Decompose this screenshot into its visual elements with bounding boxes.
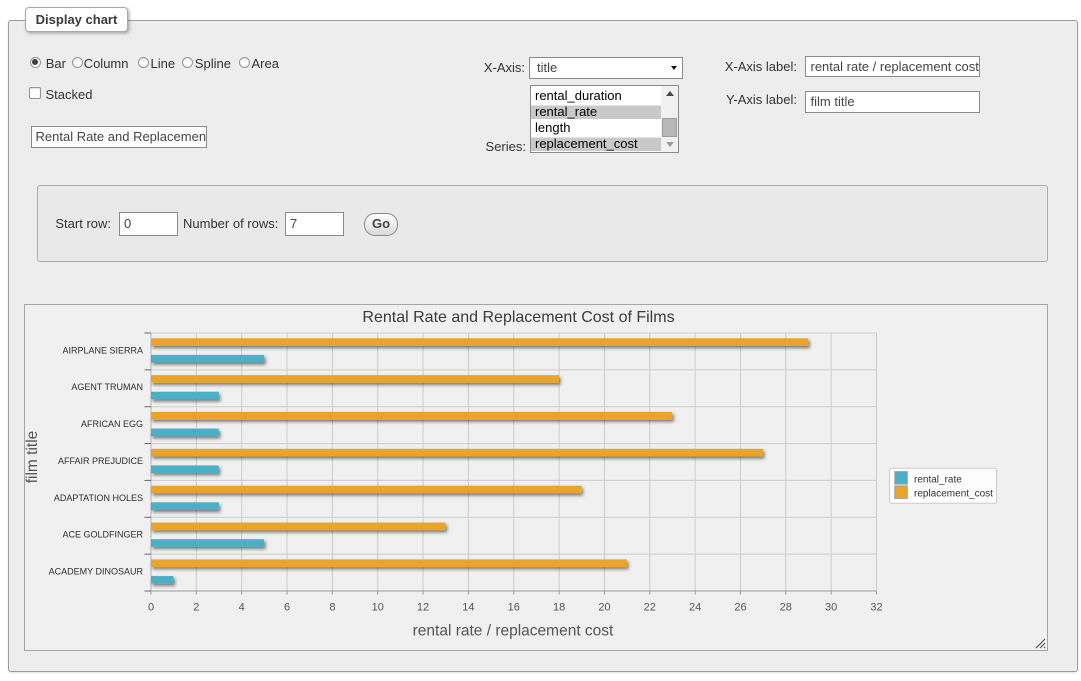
svg-text:8: 8 [329, 602, 335, 614]
svg-text:24: 24 [689, 602, 701, 614]
svg-text:ACE GOLDFINGER: ACE GOLDFINGER [62, 530, 143, 540]
svg-text:4: 4 [239, 602, 245, 614]
svg-text:6: 6 [284, 602, 290, 614]
svg-text:AFFAIR PREJUDICE: AFFAIR PREJUDICE [58, 456, 143, 466]
svg-text:18: 18 [553, 602, 565, 614]
svg-text:2: 2 [193, 602, 199, 614]
svg-text:rental rate / replacement cost: rental rate / replacement cost [413, 623, 614, 640]
svg-text:22: 22 [644, 602, 656, 614]
svg-text:20: 20 [598, 602, 610, 614]
svg-text:AIRPLANE SIERRA: AIRPLANE SIERRA [62, 345, 143, 355]
svg-text:26: 26 [734, 602, 746, 614]
svg-text:16: 16 [508, 602, 520, 614]
svg-text:film title: film title [25, 431, 41, 484]
svg-text:AGENT TRUMAN: AGENT TRUMAN [71, 382, 143, 392]
svg-text:AFRICAN EGG: AFRICAN EGG [81, 419, 143, 429]
svg-text:32: 32 [870, 602, 882, 614]
svg-text:12: 12 [417, 602, 429, 614]
svg-text:replacement_cost: replacement_cost [914, 488, 993, 499]
svg-text:30: 30 [825, 602, 837, 614]
svg-text:14: 14 [462, 602, 474, 614]
svg-text:ADAPTATION HOLES: ADAPTATION HOLES [54, 493, 143, 503]
svg-text:28: 28 [780, 602, 792, 614]
svg-text:Rental Rate and Replacement Co: Rental Rate and Replacement Cost of Film… [362, 309, 674, 326]
svg-text:ACADEMY DINOSAUR: ACADEMY DINOSAUR [49, 566, 144, 576]
svg-text:0: 0 [148, 602, 154, 614]
svg-text:rental_rate: rental_rate [914, 474, 962, 485]
svg-text:10: 10 [372, 602, 384, 614]
